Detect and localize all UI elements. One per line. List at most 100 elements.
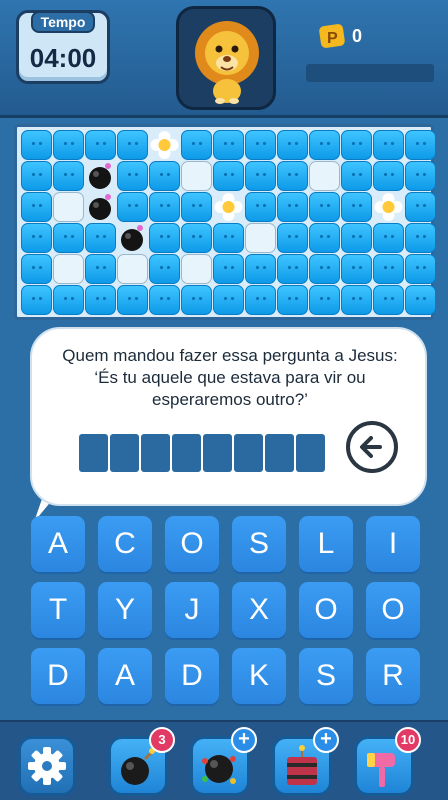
answer-slot[interactable] <box>172 434 201 472</box>
answer-slot[interactable] <box>265 434 294 472</box>
ice-tile[interactable] <box>117 254 148 284</box>
block-tile[interactable] <box>309 254 340 284</box>
block-tile[interactable] <box>213 130 244 160</box>
hammer-booster-button[interactable]: 10 <box>354 727 421 796</box>
block-tile[interactable] <box>341 192 372 222</box>
settings-button[interactable] <box>18 736 76 796</box>
block-tile[interactable] <box>53 223 84 253</box>
letter-key[interactable]: X <box>232 582 286 638</box>
block-tile[interactable] <box>245 254 276 284</box>
dynamite-booster-button[interactable]: + <box>272 727 339 796</box>
block-tile[interactable] <box>405 223 436 253</box>
block-tile[interactable] <box>341 254 372 284</box>
letter-key[interactable]: Y <box>98 582 152 638</box>
answer-slot[interactable] <box>234 434 263 472</box>
block-tile[interactable] <box>245 161 276 191</box>
bomb-tile[interactable] <box>85 161 116 191</box>
block-tile[interactable] <box>309 130 340 160</box>
block-tile[interactable] <box>149 192 180 222</box>
block-tile[interactable] <box>85 223 116 253</box>
bomb-tile[interactable] <box>117 223 148 253</box>
block-tile[interactable] <box>117 192 148 222</box>
block-tile[interactable] <box>373 161 404 191</box>
letter-key[interactable]: D <box>165 648 219 704</box>
block-tile[interactable] <box>181 130 212 160</box>
letter-key[interactable]: C <box>98 516 152 572</box>
block-tile[interactable] <box>277 161 308 191</box>
bomb-tile[interactable] <box>85 192 116 222</box>
letter-key[interactable]: R <box>366 648 420 704</box>
ice-tile[interactable] <box>181 254 212 284</box>
block-tile[interactable] <box>277 192 308 222</box>
block-tile[interactable] <box>213 161 244 191</box>
block-tile[interactable] <box>149 223 180 253</box>
flower-tile[interactable] <box>373 192 404 222</box>
letter-key[interactable]: S <box>232 516 286 572</box>
block-tile[interactable] <box>149 254 180 284</box>
block-tile[interactable] <box>213 285 244 315</box>
block-tile[interactable] <box>117 285 148 315</box>
block-tile[interactable] <box>21 161 52 191</box>
block-tile[interactable] <box>405 130 436 160</box>
letter-key[interactable]: O <box>366 582 420 638</box>
block-tile[interactable] <box>21 254 52 284</box>
bomb-booster-button[interactable]: 3 <box>108 727 175 796</box>
block-tile[interactable] <box>405 161 436 191</box>
block-tile[interactable] <box>277 130 308 160</box>
block-tile[interactable] <box>341 161 372 191</box>
block-tile[interactable] <box>117 161 148 191</box>
letter-key[interactable]: O <box>299 582 353 638</box>
block-tile[interactable] <box>21 223 52 253</box>
block-tile[interactable] <box>181 223 212 253</box>
block-tile[interactable] <box>149 161 180 191</box>
block-tile[interactable] <box>405 285 436 315</box>
letter-key[interactable]: S <box>299 648 353 704</box>
ice-tile[interactable] <box>245 223 276 253</box>
block-tile[interactable] <box>245 285 276 315</box>
backspace-button[interactable] <box>346 421 398 473</box>
block-tile[interactable] <box>373 254 404 284</box>
block-tile[interactable] <box>213 254 244 284</box>
block-tile[interactable] <box>245 192 276 222</box>
block-tile[interactable] <box>341 130 372 160</box>
block-tile[interactable] <box>53 285 84 315</box>
letter-key[interactable]: K <box>232 648 286 704</box>
answer-slot[interactable] <box>203 434 232 472</box>
answer-slot[interactable] <box>296 434 325 472</box>
flower-tile[interactable] <box>213 192 244 222</box>
answer-slot[interactable] <box>79 434 108 472</box>
letter-key[interactable]: I <box>366 516 420 572</box>
multi-bomb-booster-button[interactable]: + <box>190 727 257 796</box>
letter-key[interactable]: O <box>165 516 219 572</box>
block-tile[interactable] <box>213 223 244 253</box>
block-tile[interactable] <box>181 285 212 315</box>
block-tile[interactable] <box>309 223 340 253</box>
ice-tile[interactable] <box>181 161 212 191</box>
block-tile[interactable] <box>277 223 308 253</box>
letter-key[interactable]: A <box>31 516 85 572</box>
block-tile[interactable] <box>405 254 436 284</box>
letter-key[interactable]: T <box>31 582 85 638</box>
answer-slot[interactable] <box>141 434 170 472</box>
block-tile[interactable] <box>373 285 404 315</box>
block-tile[interactable] <box>21 192 52 222</box>
ice-tile[interactable] <box>53 192 84 222</box>
block-tile[interactable] <box>85 130 116 160</box>
flower-tile[interactable] <box>149 130 180 160</box>
block-tile[interactable] <box>21 130 52 160</box>
answer-slot[interactable] <box>110 434 139 472</box>
block-tile[interactable] <box>245 130 276 160</box>
block-tile[interactable] <box>181 192 212 222</box>
block-tile[interactable] <box>21 285 52 315</box>
block-tile[interactable] <box>341 285 372 315</box>
block-tile[interactable] <box>405 192 436 222</box>
block-tile[interactable] <box>309 285 340 315</box>
letter-key[interactable]: L <box>299 516 353 572</box>
letter-key[interactable]: J <box>165 582 219 638</box>
block-tile[interactable] <box>85 285 116 315</box>
block-tile[interactable] <box>53 130 84 160</box>
ice-tile[interactable] <box>53 254 84 284</box>
letter-key[interactable]: D <box>31 648 85 704</box>
block-tile[interactable] <box>277 285 308 315</box>
block-tile[interactable] <box>373 223 404 253</box>
